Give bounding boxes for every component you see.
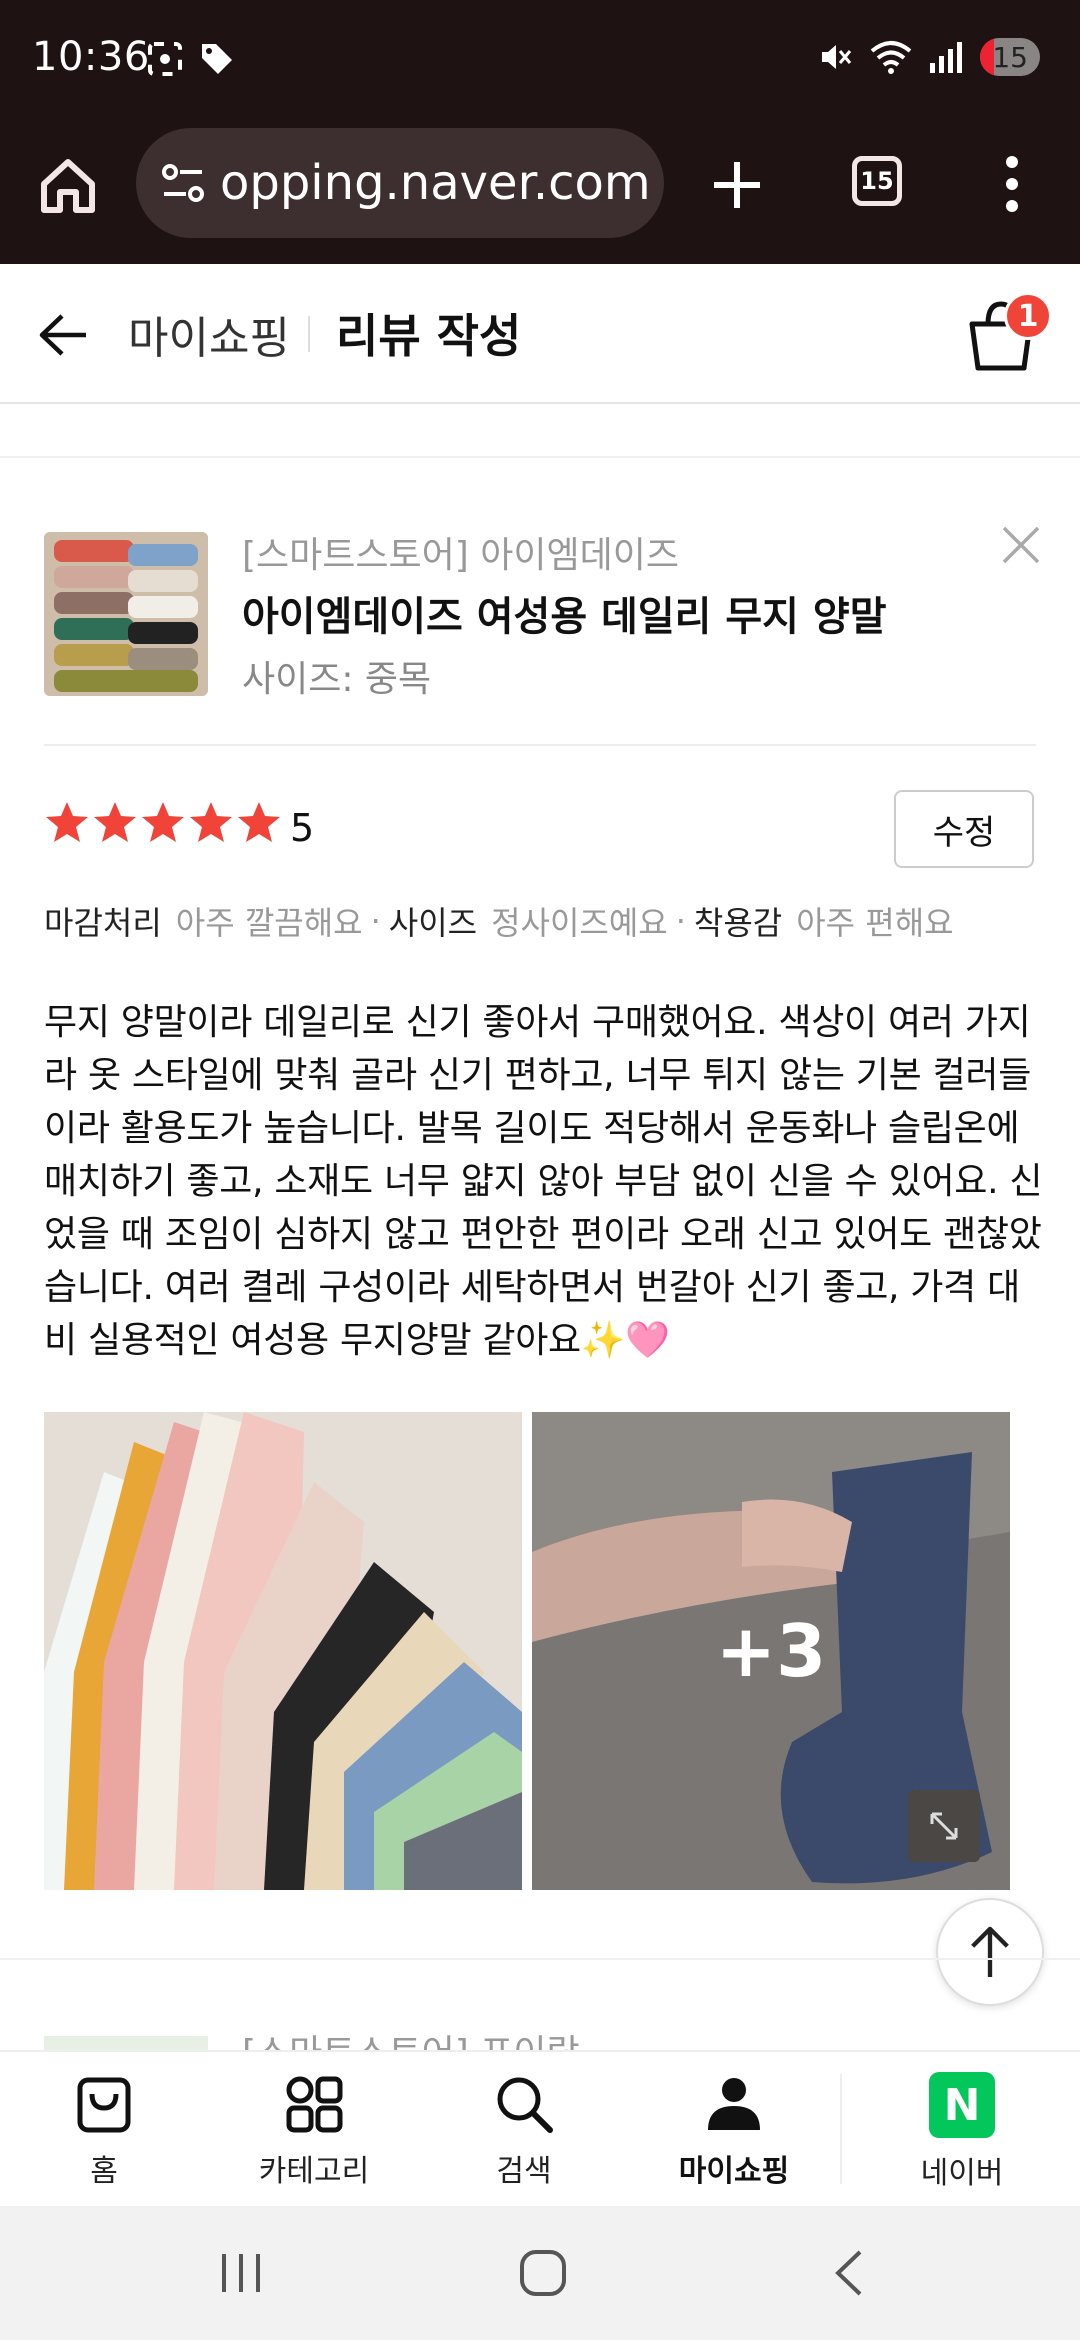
- expand-icon[interactable]: [908, 1790, 980, 1862]
- back-arrow-icon[interactable]: [36, 308, 90, 362]
- star-icon[interactable]: [92, 800, 138, 846]
- recent-apps-icon[interactable]: [216, 2248, 266, 2298]
- browser-toolbar: opping.naver.com 15: [0, 122, 1080, 264]
- tag-separator: ·: [370, 902, 381, 940]
- bag-icon: [77, 2077, 131, 2133]
- nav-naver[interactable]: N 네이버: [872, 2072, 1052, 2192]
- cart-count-badge: 1: [1004, 292, 1052, 340]
- tag-value: 아주 깔끔해요: [175, 904, 363, 942]
- breadcrumb-separator: [308, 316, 310, 352]
- nav-label: 검색: [496, 2154, 552, 2189]
- breadcrumb-my-shopping[interactable]: 마이쇼핑: [128, 302, 290, 366]
- back-button-icon[interactable]: [826, 2248, 876, 2298]
- close-icon[interactable]: [998, 522, 1044, 568]
- product-option: 사이즈: 중목: [242, 659, 432, 700]
- url-text: opping.naver.com: [220, 155, 651, 211]
- rating-value: 5: [290, 806, 315, 850]
- product-thumbnail[interactable]: [44, 532, 208, 696]
- tag-key: 착용감: [693, 904, 783, 942]
- star-icon[interactable]: [44, 800, 90, 846]
- nav-label: 카테고리: [258, 2154, 370, 2189]
- section-divider: [0, 1958, 1080, 1960]
- review-photo[interactable]: [44, 1412, 522, 1890]
- scroll-to-top-button[interactable]: [936, 1898, 1044, 2006]
- socks-fan-image: [44, 1412, 522, 1890]
- page-title: 리뷰 작성: [336, 309, 522, 363]
- more-menu-icon[interactable]: [1000, 152, 1024, 216]
- status-right: 15: [818, 38, 1040, 76]
- star-icon[interactable]: [236, 800, 282, 846]
- star-icon[interactable]: [140, 800, 186, 846]
- nav-label: 네이버: [920, 2156, 1004, 2191]
- nav-separator: [840, 2074, 842, 2184]
- review-text: 무지 양말이라 데일리로 신기 좋아서 구매했어요. 색상이 여러 가지라 옷 …: [44, 1002, 1043, 1361]
- divider: [0, 456, 1080, 458]
- tag-separator: ·: [675, 902, 686, 940]
- edit-button[interactable]: 수정: [894, 790, 1034, 868]
- status-time: 10:36: [32, 34, 150, 80]
- tab-switcher-button[interactable]: 15: [852, 156, 902, 206]
- next-product-thumbnail: [44, 2036, 208, 2050]
- battery-icon: 15: [980, 38, 1040, 76]
- new-tab-icon[interactable]: [710, 158, 764, 212]
- nav-category[interactable]: 카테고리: [224, 2072, 404, 2192]
- product-store: [스마트스토어] 아이엠데이즈: [242, 535, 679, 576]
- url-bar[interactable]: opping.naver.com: [136, 128, 664, 238]
- page-header: 마이쇼핑 리뷰 작성 1: [0, 264, 1080, 404]
- mute-icon: [822, 45, 852, 69]
- person-icon: [708, 2078, 760, 2130]
- bottom-navigation: 홈 카테고리 검색 마이쇼핑 N 네이버: [0, 2050, 1080, 2206]
- signal-icon: [930, 42, 963, 73]
- nav-label: 마이쇼핑: [678, 2154, 790, 2189]
- tag-value: 정사이즈예요: [491, 904, 668, 942]
- grid-icon: [286, 2076, 343, 2133]
- divider: [44, 744, 1036, 746]
- star-icon[interactable]: [188, 800, 234, 846]
- site-settings-icon[interactable]: [156, 156, 210, 210]
- star-rating[interactable]: [44, 800, 282, 846]
- next-product-store: [스마트스토어] 포이랑: [242, 2024, 580, 2050]
- nav-search[interactable]: 검색: [434, 2072, 614, 2192]
- review-tags: 마감처리 아주 깔끔해요 · 사이즈 정사이즈예요 · 착용감 아주 편해요: [44, 898, 954, 944]
- nav-my-shopping[interactable]: 마이쇼핑: [644, 2072, 824, 2192]
- tag-value: 아주 편해요: [796, 904, 954, 942]
- socks-stack-image: [44, 532, 208, 696]
- home-button-icon[interactable]: [518, 2248, 568, 2298]
- search-icon: [497, 2077, 553, 2133]
- nav-label: 홈: [90, 2154, 118, 2189]
- system-navigation-bar: [0, 2206, 1080, 2340]
- tag-icon: [202, 44, 232, 74]
- product-name: 아이엠데이즈 여성용 데일리 무지 양말: [242, 594, 887, 640]
- status-bar: 10:36 15: [0, 0, 1080, 122]
- tag-key: 마감처리: [44, 904, 162, 942]
- nav-home[interactable]: 홈: [14, 2072, 194, 2192]
- wifi-icon: [871, 41, 912, 74]
- screenshot-icon: [148, 42, 182, 76]
- tag-key: 사이즈: [388, 904, 478, 942]
- home-icon[interactable]: [36, 154, 100, 218]
- naver-logo: N: [929, 2072, 995, 2138]
- status-left-icons: [146, 40, 236, 78]
- battery-level: 15: [992, 40, 1028, 74]
